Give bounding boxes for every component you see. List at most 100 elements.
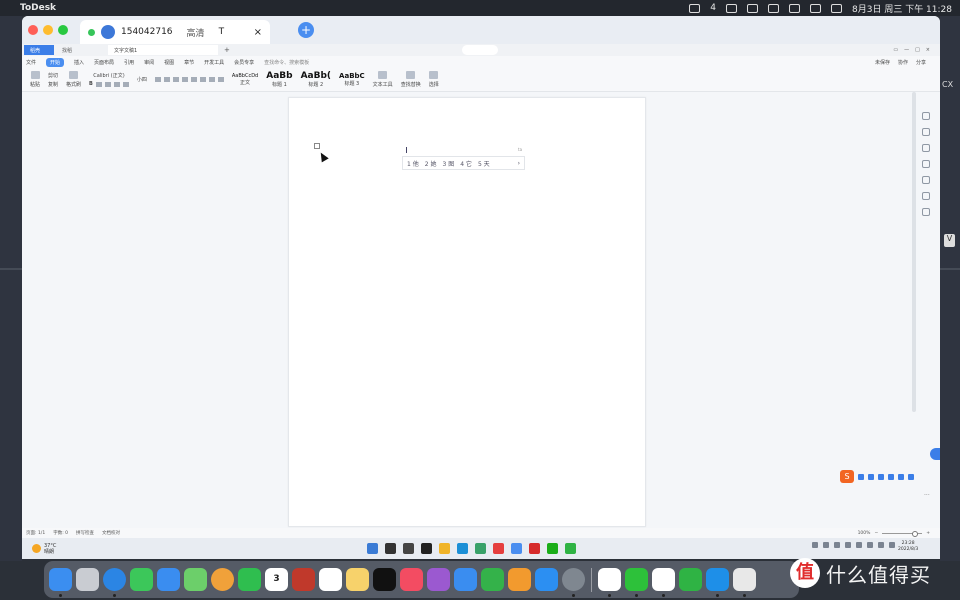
maps-icon[interactable] [184, 568, 207, 591]
keynote-icon[interactable] [454, 568, 477, 591]
paste-button[interactable]: 粘贴 [30, 71, 40, 88]
document-page[interactable]: ta 1 他 2 她 3 图 4 它 5 天 › [288, 97, 646, 527]
ime-candidate[interactable]: 5 天 [478, 159, 490, 168]
calendar-icon[interactable]: 3 [265, 568, 288, 591]
align-right-icon[interactable] [199, 77, 206, 82]
explorer-icon[interactable] [439, 543, 450, 554]
search-icon[interactable] [810, 3, 822, 13]
preview-icon[interactable] [733, 568, 756, 597]
ime-candidate[interactable]: 2 她 [425, 159, 437, 168]
help-icon[interactable] [922, 176, 930, 184]
close-window-icon[interactable] [28, 25, 38, 35]
taskbar-clock[interactable]: 23:28 2022/8/3 [898, 541, 918, 553]
keyboard-icon[interactable] [888, 473, 894, 480]
notes-icon[interactable] [346, 568, 369, 591]
settings-icon[interactable] [562, 568, 585, 597]
tray-icon[interactable] [834, 542, 840, 548]
tray-icon[interactable] [845, 542, 851, 548]
font-select[interactable]: Calibri (正文) [93, 72, 124, 79]
battery-icon[interactable] [768, 3, 780, 13]
start-icon[interactable] [367, 543, 378, 554]
size-select[interactable]: 小四 [137, 76, 147, 83]
minimize-window-icon[interactable] [43, 25, 53, 35]
bold-button[interactable]: B [89, 81, 93, 87]
collaborate-button[interactable]: 协作 [898, 59, 908, 66]
text-tools-button[interactable]: 文本工具 [373, 71, 393, 88]
layout-icon[interactable]: ▭ [893, 47, 898, 53]
command-search[interactable]: 查找命令、搜索模板 [264, 59, 309, 66]
tray-icon[interactable] [878, 542, 884, 548]
ime-candidate[interactable]: 1 他 [407, 159, 419, 168]
tv-icon[interactable] [373, 568, 396, 591]
zoom-out-button[interactable]: − [874, 531, 878, 536]
new-session-button[interactable]: + [298, 22, 314, 38]
ime-candidate[interactable]: 4 它 [460, 159, 472, 168]
vertical-scrollbar[interactable] [912, 92, 916, 412]
font-color-button[interactable] [122, 81, 129, 87]
wechat-icon[interactable] [625, 568, 648, 597]
ime-mode-icon[interactable] [858, 473, 864, 480]
minimize-icon[interactable]: — [904, 47, 909, 53]
voice-icon[interactable] [878, 473, 884, 480]
weather-widget[interactable]: 37°C 晴朗 [22, 543, 56, 555]
adjust-icon[interactable] [922, 160, 930, 168]
pen-icon[interactable] [922, 128, 930, 136]
style-pane-icon[interactable] [922, 112, 930, 120]
menu-item-section[interactable]: 章节 [184, 59, 194, 66]
wps-template-tab[interactable]: 找稻 [56, 45, 106, 55]
style-heading-2[interactable]: AaBb( 标题 2 [301, 71, 331, 88]
style-normal[interactable]: AaBbCcDd 正文 [232, 73, 258, 86]
menu-item-home[interactable]: 开始 [46, 57, 65, 67]
strikethrough-button[interactable] [113, 81, 120, 87]
wps-doc-tab[interactable]: 文字文稿1 [108, 45, 218, 55]
bullets-icon[interactable] [154, 77, 161, 82]
app-icon[interactable] [292, 568, 315, 591]
tray-icon[interactable] [856, 542, 862, 548]
menu-item-layout[interactable]: 页面布局 [94, 59, 114, 66]
tray-icon[interactable] [867, 542, 873, 548]
pages-icon[interactable] [508, 568, 531, 591]
italic-button[interactable] [95, 81, 102, 87]
input-icon[interactable] [747, 3, 759, 13]
status-icon[interactable] [689, 3, 701, 13]
numbering-icon[interactable] [163, 77, 170, 82]
menu-item-developer[interactable]: 开发工具 [204, 59, 224, 66]
control-center-icon[interactable] [831, 3, 843, 13]
find-replace-button[interactable]: 查找替换 [401, 71, 421, 88]
remote-desktop[interactable]: 稻壳 找稻 文字文稿1 + ▭ — □ × 文件 开始 插入 页面布局 引用 审… [22, 44, 940, 559]
todesk-toolbar-pill[interactable] [462, 45, 498, 55]
tray-icon[interactable] [889, 542, 895, 548]
launchpad-icon[interactable] [76, 568, 99, 591]
ime-next-icon[interactable]: › [518, 160, 520, 167]
todesk-icon[interactable] [706, 568, 729, 597]
underline-button[interactable] [104, 81, 111, 87]
map-icon[interactable] [922, 208, 930, 216]
zoom-window-icon[interactable] [58, 25, 68, 35]
menu-item-references[interactable]: 引用 [124, 59, 134, 66]
word-count[interactable]: 字数: 0 [53, 530, 68, 536]
wps-add-tab-button[interactable]: + [224, 46, 230, 54]
wechat-icon[interactable] [726, 3, 738, 13]
search-icon[interactable] [385, 543, 396, 554]
menu-item-review[interactable]: 审阅 [144, 59, 154, 66]
photos-icon[interactable] [211, 568, 234, 591]
ime-candidate[interactable]: 3 图 [442, 159, 454, 168]
appstore-icon[interactable] [535, 568, 558, 591]
share-button[interactable]: 分享 [916, 59, 926, 66]
skin-icon[interactable] [898, 473, 904, 480]
finder-icon[interactable] [49, 568, 72, 597]
menu-item-view[interactable]: 视图 [164, 59, 174, 66]
select-tool-icon[interactable] [922, 144, 930, 152]
align-center-icon[interactable] [190, 77, 197, 82]
format-painter-button[interactable]: 格式刷 [66, 71, 81, 88]
todesk-icon[interactable] [421, 543, 432, 554]
style-heading-1[interactable]: AaBb 标题 1 [266, 71, 292, 88]
facetime-icon[interactable] [238, 568, 261, 591]
remote-session-tab[interactable]: 154042716 高清 T × [80, 20, 270, 44]
safari-icon[interactable] [103, 568, 126, 597]
chrome-icon[interactable] [493, 543, 504, 554]
edge-icon[interactable] [457, 543, 468, 554]
indent-icon[interactable] [172, 77, 179, 82]
wps-home-tab[interactable]: 稻壳 [24, 45, 54, 55]
mail-icon[interactable] [157, 568, 180, 591]
